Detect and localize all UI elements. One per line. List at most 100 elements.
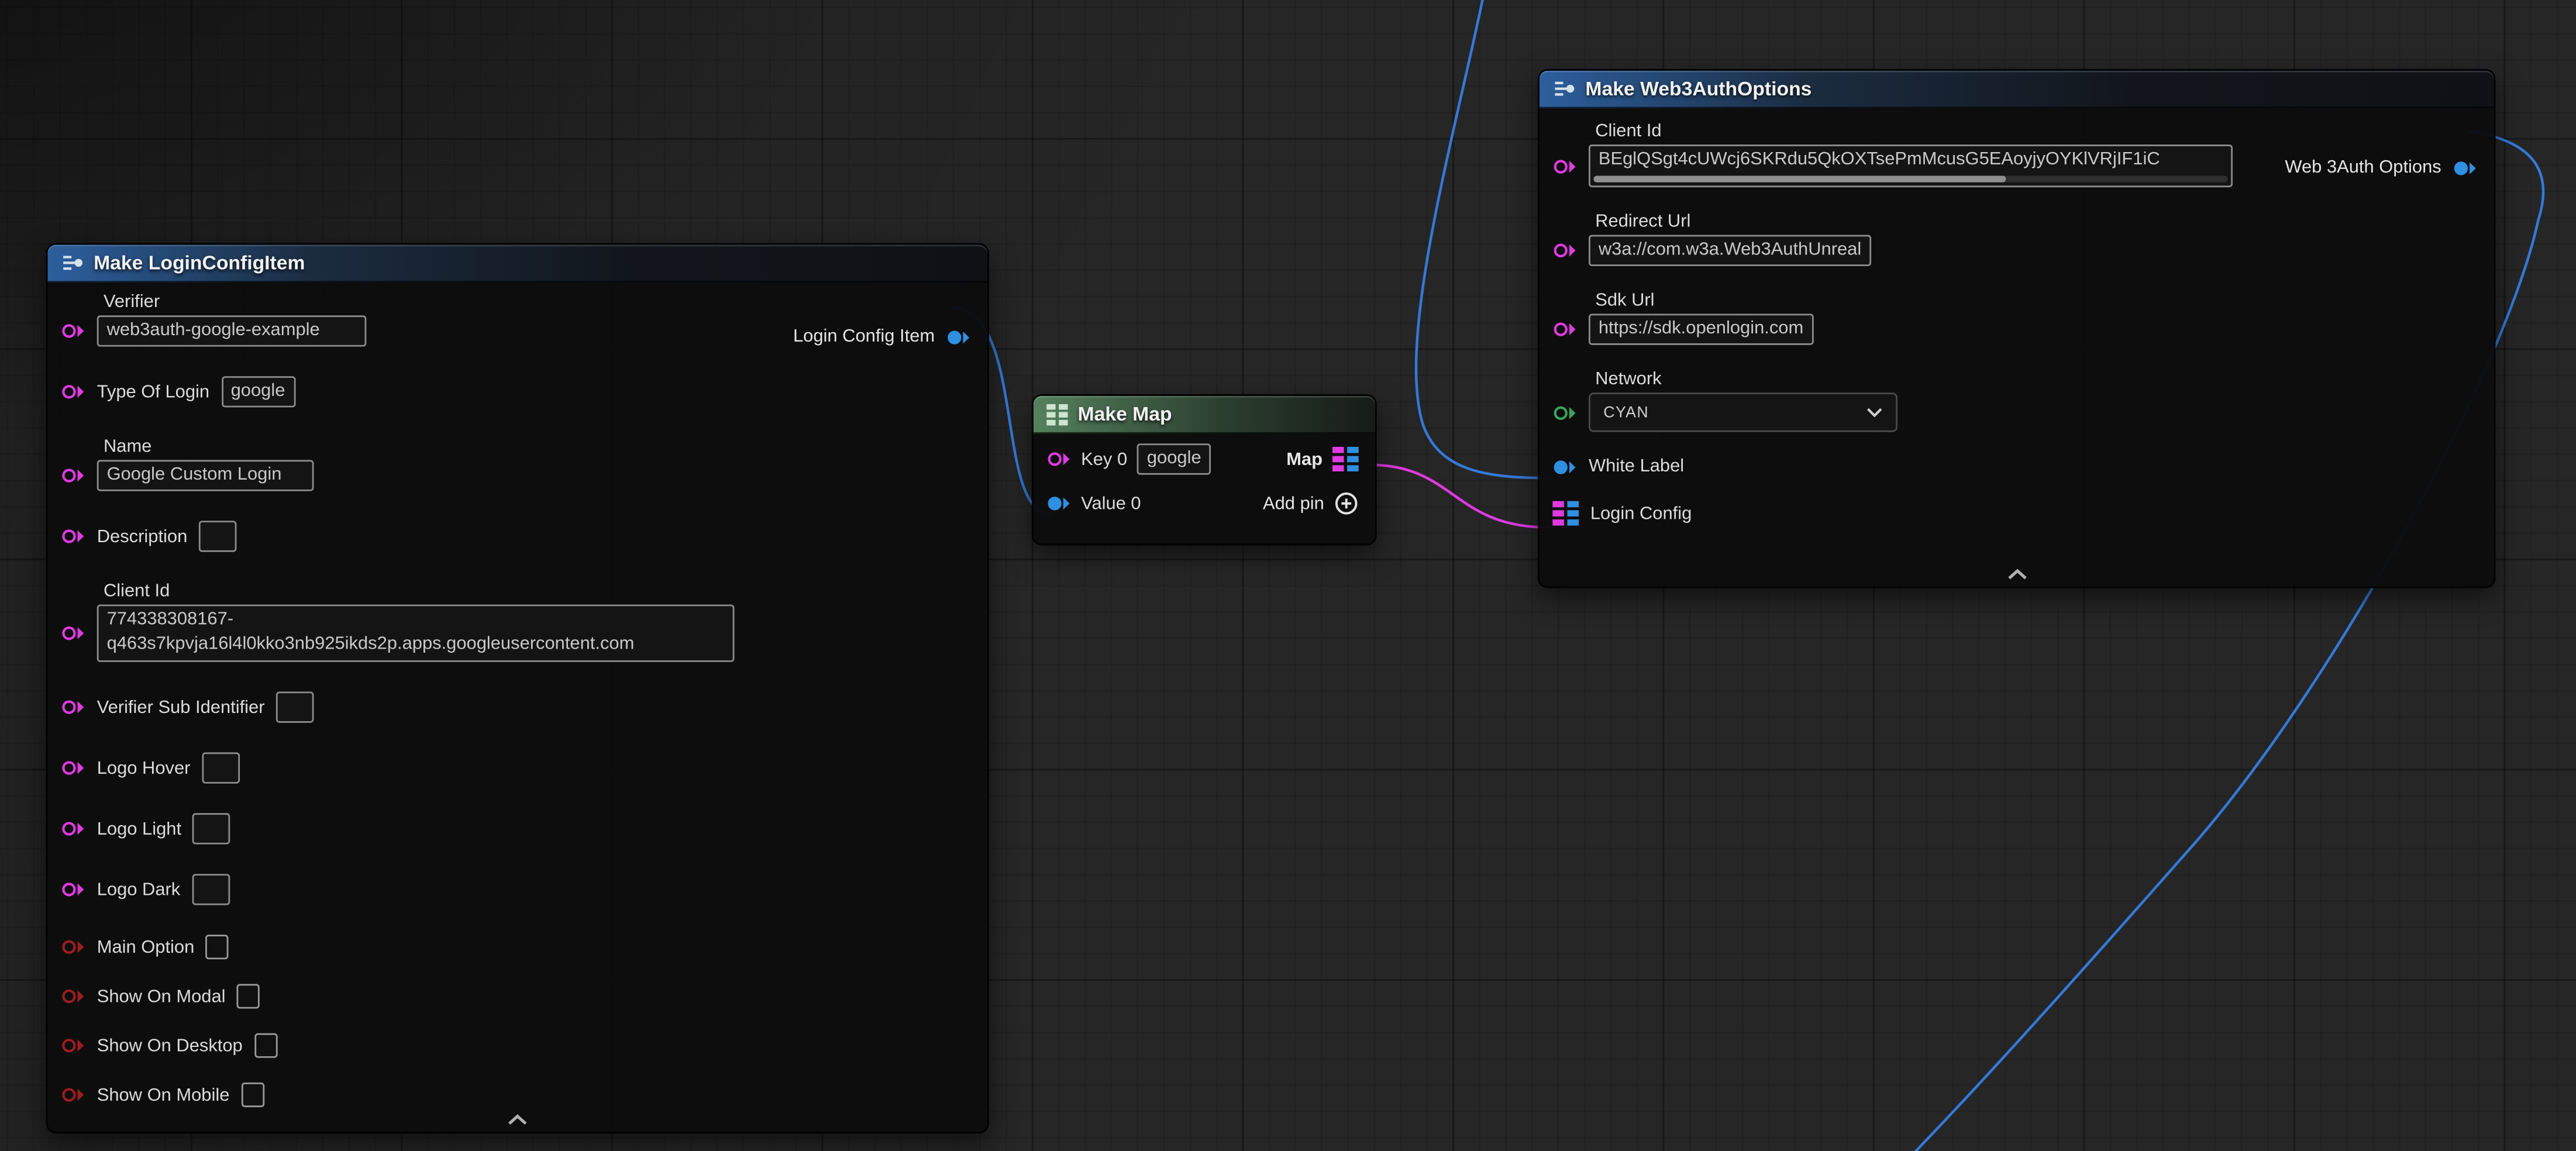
show-on-modal-checkbox[interactable] (237, 984, 260, 1008)
node-body: Login Config Item Verifier web3auth-goog… (47, 282, 987, 1138)
client-id-input[interactable]: BEglQSgt4cUWcj6SKRdu5QkOXTsePmMcusG5EAoy… (1589, 144, 2233, 187)
advanced-pins-toggle[interactable] (506, 1114, 529, 1126)
wire-map-to-loginconfig[interactable] (1370, 465, 1547, 528)
field-main-option: Main Option (61, 935, 971, 959)
verifier-input[interactable]: web3auth-google-example (97, 315, 367, 346)
field-logo-hover: Logo Hover (61, 752, 971, 783)
field-show-on-mobile: Show On Mobile (61, 1083, 971, 1107)
pin-client-id[interactable] (61, 624, 85, 642)
make-struct-icon (1552, 79, 1575, 99)
pin-show-on-modal[interactable] (61, 987, 85, 1005)
pin-logo-light[interactable] (61, 820, 85, 838)
chevron-up-icon (2005, 568, 2028, 581)
show-on-desktop-checkbox[interactable] (254, 1033, 277, 1058)
pin-label: Client Id (104, 581, 971, 601)
pin-value-0[interactable] (1046, 494, 1071, 512)
field-name: Name Google Custom Login (61, 437, 971, 491)
map-container-icon (1046, 404, 1068, 425)
node-title: Make Web3AuthOptions (1585, 77, 1812, 100)
client-id-input[interactable]: 774338308167-q463s7kpvja16l4l0kko3nb925i… (97, 605, 735, 662)
name-input[interactable]: Google Custom Login (97, 460, 314, 491)
wire-offscreen-to-whitelabel[interactable] (1416, 0, 1551, 478)
pin-label: White Label (1589, 457, 1684, 477)
pin-web3auth-options-output[interactable] (2453, 158, 2477, 177)
pin-label: Name (104, 437, 971, 457)
pin-label: Network (1595, 370, 2477, 390)
verifier-sub-identifier-input[interactable] (276, 691, 314, 722)
field-show-on-desktop: Show On Desktop (61, 1033, 971, 1058)
pin-label: Show On Desktop (97, 1036, 243, 1056)
field-logo-light: Logo Light (61, 813, 971, 844)
node-body: Key 0 google Map V (1034, 433, 1375, 539)
output-pin-label: Map (1286, 449, 1323, 469)
pin-label: Description (97, 526, 188, 546)
blueprint-canvas[interactable]: Make LoginConfigItem Login Config Item V… (0, 0, 2576, 1151)
pin-name[interactable] (61, 467, 85, 485)
pin-label: Main Option (97, 937, 195, 957)
node-header[interactable]: Make Web3AuthOptions (1540, 71, 2494, 109)
field-login-config: Login Config (1552, 501, 2477, 526)
pin-type-of-login[interactable] (61, 382, 85, 401)
pin-network[interactable] (1552, 404, 1577, 422)
add-pin-button[interactable]: Add pin (1263, 491, 1359, 516)
show-on-mobile-checkbox[interactable] (241, 1083, 264, 1107)
map-row-key: Key 0 google Map (1046, 443, 1359, 474)
pin-login-config-item-output[interactable] (946, 328, 971, 346)
field-redirect-url: Redirect Url w3a://com.w3a.Web3AuthUnrea… (1552, 212, 2477, 266)
graph-stage[interactable]: Make LoginConfigItem Login Config Item V… (0, 0, 2576, 1151)
sdk-url-input[interactable]: https://sdk.openlogin.com (1589, 313, 1813, 344)
pin-verifier[interactable] (61, 322, 85, 340)
field-network: Network CYAN (1552, 370, 2477, 432)
pin-label: Verifier Sub Identifier (97, 697, 265, 717)
pin-show-on-mobile[interactable] (61, 1086, 85, 1104)
type-of-login-input[interactable]: google (221, 376, 295, 407)
pin-logo-hover[interactable] (61, 759, 85, 777)
pin-logo-dark[interactable] (61, 880, 85, 898)
pin-show-on-desktop[interactable] (61, 1036, 85, 1054)
node-make-web3authoptions[interactable]: Make Web3AuthOptions Web 3Auth Options C… (1538, 69, 2495, 588)
node-title: Make Map (1078, 402, 1172, 425)
pin-key-0[interactable] (1046, 450, 1071, 468)
chevron-down-icon (1866, 408, 1883, 418)
redirect-url-input[interactable]: w3a://com.w3a.Web3AuthUnreal (1589, 235, 1871, 266)
pin-white-label[interactable] (1552, 457, 1577, 475)
pin-label: Verifier (104, 292, 971, 312)
output-login-config-item: Login Config Item (793, 327, 971, 347)
pin-sdk-url[interactable] (1552, 321, 1577, 339)
output-pin-label: Web 3Auth Options (2285, 158, 2441, 178)
pin-map-output[interactable] (1332, 447, 1359, 471)
advanced-pins-toggle[interactable] (2005, 568, 2028, 581)
field-verifier-sub-identifier: Verifier Sub Identifier (61, 691, 971, 722)
pin-label: Logo Dark (97, 880, 181, 900)
output-web3auth-options: Web 3Auth Options (2285, 158, 2477, 178)
logo-dark-input[interactable] (192, 874, 230, 905)
client-id-text: BEglQSgt4cUWcj6SKRdu5QkOXTsePmMcusG5EAoy… (1599, 148, 2223, 173)
scrollbar-thumb[interactable] (1593, 176, 2006, 182)
field-white-label: White Label (1552, 457, 2477, 477)
horizontal-scrollbar[interactable] (1593, 176, 2227, 182)
field-client-id: Client Id 774338308167-q463s7kpvja16l4l0… (61, 581, 971, 662)
network-dropdown[interactable]: CYAN (1589, 392, 1897, 432)
make-struct-icon (61, 253, 84, 273)
node-make-map[interactable]: Make Map Key 0 google Map (1032, 394, 1377, 545)
logo-light-input[interactable] (193, 813, 231, 844)
chevron-up-icon (506, 1114, 529, 1126)
node-make-loginconfigitem[interactable]: Make LoginConfigItem Login Config Item V… (46, 243, 989, 1133)
main-option-checkbox[interactable] (206, 935, 229, 959)
pin-main-option[interactable] (61, 938, 85, 956)
pin-label: Key 0 (1081, 449, 1127, 469)
key-0-input[interactable]: google (1137, 443, 1211, 474)
node-header[interactable]: Make Map (1034, 396, 1375, 434)
pin-verifier-sub-identifier[interactable] (61, 698, 85, 716)
node-title: Make LoginConfigItem (94, 251, 305, 274)
pin-redirect-url[interactable] (1552, 242, 1577, 260)
map-row-value: Value 0 Add pin (1046, 491, 1359, 516)
pin-description[interactable] (61, 528, 85, 546)
output-pin-label: Login Config Item (793, 327, 935, 347)
pin-login-config[interactable] (1552, 501, 1579, 526)
pin-client-id[interactable] (1552, 157, 1577, 175)
pin-label: Value 0 (1081, 494, 1141, 514)
description-input[interactable] (199, 521, 237, 552)
node-header[interactable]: Make LoginConfigItem (47, 244, 987, 282)
logo-hover-input[interactable] (202, 752, 240, 783)
